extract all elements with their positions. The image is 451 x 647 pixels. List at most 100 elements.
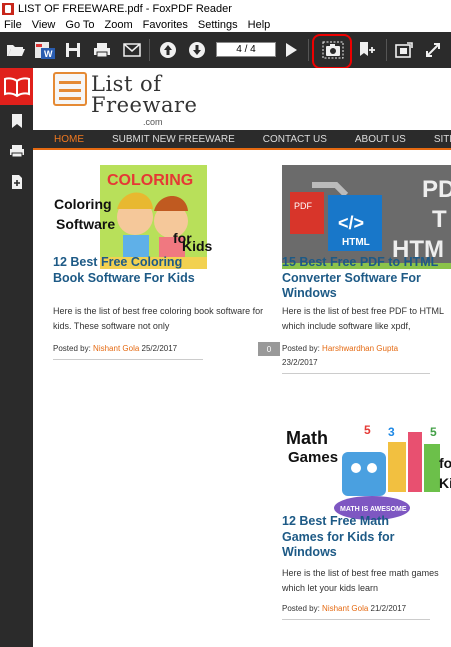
post-author[interactable]: Nishant Gola [322,604,368,613]
title-bar: LIST OF FREEWARE.pdf - FoxPDF Reader [0,0,451,17]
logo-badge-line [59,89,81,92]
sidebar-print-tab[interactable] [0,142,33,160]
post-author[interactable]: Harshwardhan Gupta [322,344,398,353]
window-title: LIST OF FREEWARE.pdf - FoxPDF Reader [18,2,232,15]
post-thumbnail-pdf-html[interactable]: PDF </> HTML PD T HTM [282,165,451,269]
fullscreen-button[interactable] [422,32,444,68]
posted-by-label: Posted by: [53,344,91,353]
logo-badge-line [59,81,81,84]
toolbar-separator [149,39,150,61]
thumb-text: COLORING [107,172,193,189]
print-button[interactable] [91,32,113,68]
post-date: 25/2/2017 [141,344,178,353]
email-button[interactable] [121,32,143,68]
thumb-text: Ki [439,475,451,491]
thumb-text: MATH IS AWESOME [340,506,407,513]
math-games-illustration: Math Games 5 3 5 MATH IS AWESOME fo Ki [282,422,451,526]
arrow-down-circle-icon [189,42,205,58]
mail-icon [123,43,141,57]
site-logo-domain: .com [143,117,163,127]
pdf-to-word-icon: W [35,42,55,59]
printer-icon [94,43,110,58]
thumb-text: PDF [294,201,313,211]
svg-text:5: 5 [364,423,371,437]
nav-sitemap[interactable]: SITEMAP [434,134,451,145]
thumb-text: Software [56,216,115,232]
post-date: 21/2/2017 [370,604,407,613]
comment-count-badge[interactable]: 0 [258,342,280,356]
arrow-up-circle-icon [160,42,176,58]
nav-home[interactable]: HOME [54,134,84,145]
post-title-math-games[interactable]: 12 Best Free Math Games for Kids for Win… [282,514,422,561]
foxpdf-app-icon [2,2,14,15]
open-book-icon [3,76,30,97]
thumb-text: Games [288,449,338,466]
save-button[interactable] [62,32,84,68]
menu-zoom[interactable]: Zoom [105,19,133,31]
post-title-coloring[interactable]: 12 Best Free Coloring Book Software For … [53,255,203,286]
post-meta-pdf-html: Posted by: Harshwardhan Gupta 23/2/2017 [282,342,430,374]
post-title-pdf-html[interactable]: 15 Best Free PDF to HTML Converter Softw… [282,255,450,302]
sidebar-reader-tab[interactable] [0,68,33,105]
svg-text:</>: </> [338,213,364,233]
post-desc-pdf-html: Here is the list of best free PDF to HTM… [282,306,444,331]
thumb-text: fo [439,455,451,471]
bookmark-plus-icon [360,42,375,56]
folder-open-icon [7,45,25,56]
play-forward-button[interactable] [281,32,301,68]
post-author[interactable]: Nishant Gola [93,344,139,353]
menu-bar: File View Go To Zoom Favorites Settings … [0,17,451,32]
menu-help[interactable]: Help [248,19,271,31]
nav-about-us[interactable]: ABOUT US [355,134,406,145]
toolbar-separator [386,39,387,61]
post-desc-coloring: Here is the list of best free coloring b… [53,306,264,331]
toolbar-separator [308,39,309,61]
play-triangle-icon [286,43,297,57]
sidebar-bookmarks-tab[interactable] [0,112,33,130]
bookmark-icon [11,114,22,128]
previous-page-button[interactable] [157,32,179,68]
site-logo-badge [53,72,87,106]
save-disk-icon [66,43,80,57]
post-meta-coloring: Posted by: Nishant Gola 25/2/2017 [53,342,203,360]
menu-favorites[interactable]: Favorites [143,19,188,31]
post-meta-math-games: Posted by: Nishant Gola 21/2/2017 [282,602,430,620]
document-page: List of Freeware .com HOME SUBMIT NEW FR… [33,68,451,647]
nav-submit-new-freeware[interactable]: SUBMIT NEW FREEWARE [112,134,235,145]
post-thumbnail-math-games[interactable]: Math Games 5 3 5 MATH IS AWESOME fo Ki [282,422,451,526]
site-navbar: HOME SUBMIT NEW FREEWARE CONTACT US ABOU… [33,130,451,150]
posted-by-label: Posted by: [282,604,320,613]
menu-goto[interactable]: Go To [65,19,94,31]
thumb-text: HTML [342,237,370,248]
svg-text:5: 5 [430,425,437,439]
svg-text:W: W [44,49,53,59]
site-logo-line2[interactable]: Freeware [91,93,197,117]
posted-by-label: Posted by: [282,344,320,353]
fullscreen-arrows-icon [426,43,440,57]
nav-contact-us[interactable]: CONTACT US [263,134,327,145]
thumb-text: T [432,206,447,233]
post-desc-math-games: Here is the list of best free math games… [282,568,439,593]
thumb-text: Coloring [54,196,112,212]
thumb-text: PD [422,176,451,203]
page-attachment-icon [11,175,22,189]
menu-file[interactable]: File [4,19,22,31]
sidebar-attachments-tab[interactable] [0,173,33,191]
sidebar-printer-icon [9,145,24,158]
logo-badge-line [59,97,81,100]
left-sidebar [0,68,33,647]
next-page-button[interactable] [186,32,208,68]
menu-view[interactable]: View [32,19,56,31]
menu-settings[interactable]: Settings [198,19,238,31]
thumb-text: Math [286,428,328,448]
page-number-input[interactable]: 4 / 4 [216,42,276,57]
bookmark-add-button[interactable] [356,32,378,68]
thumb-text-overflow: Kids [182,238,213,254]
pdf-to-html-illustration: PDF </> HTML PD T HTM [282,165,451,269]
post-date: 23/2/2017 [282,358,318,367]
fit-window-icon [395,42,413,58]
pdf-to-word-button[interactable]: W [32,32,58,68]
svg-text:3: 3 [388,425,395,439]
open-file-button[interactable] [4,32,28,68]
fit-page-button[interactable] [393,32,415,68]
